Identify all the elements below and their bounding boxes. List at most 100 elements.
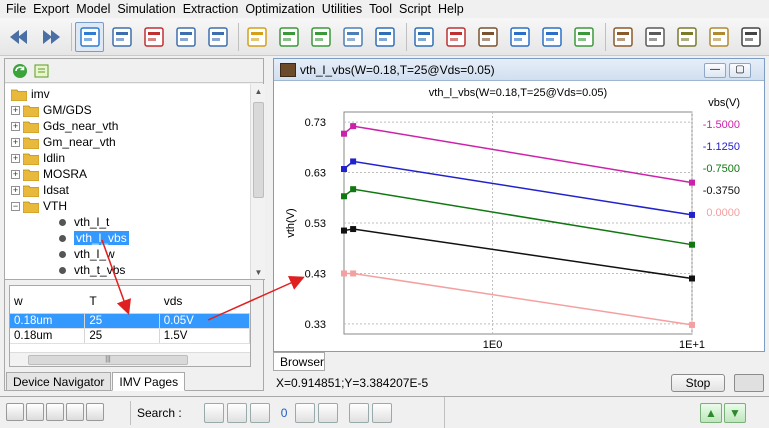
menu-tool[interactable]: Tool [369, 0, 392, 18]
expander-icon[interactable]: + [11, 105, 20, 115]
close-plot-icon[interactable] [107, 22, 136, 52]
expander-icon[interactable]: + [11, 153, 20, 163]
plot-window-titlebar[interactable]: vth_l_vbs(W=0.18,T=25@Vds=0.05) — ▢ [274, 59, 764, 81]
tree-node-idlin[interactable]: + Idlin [11, 150, 65, 166]
tree-node-vth-l-w[interactable]: vth_l_w [55, 246, 115, 262]
table-h-scroll-thumb[interactable]: ||| [28, 355, 188, 365]
tree-node-vth-l-vbs[interactable]: vth_l_vbs [55, 230, 129, 246]
menu-help[interactable]: Help [438, 0, 464, 18]
menu-extraction[interactable]: Extraction [183, 0, 239, 18]
col-header-vds[interactable]: vds [160, 294, 250, 308]
list-icon[interactable] [641, 22, 670, 52]
plot-area[interactable]: vth_l_vbs(W=0.18,T=25@Vds=0.05) 0.33 0.43 0… [274, 82, 764, 364]
delete-plot-icon[interactable] [139, 22, 168, 52]
menu-simulation[interactable]: Simulation [117, 0, 175, 18]
delete-page-icon[interactable] [46, 403, 64, 421]
tree-node-vth-t-vbs[interactable]: vth_t_vbs [55, 262, 125, 278]
folder-icon [23, 169, 39, 181]
page-settings-icon[interactable] [66, 403, 84, 421]
table-h-scrollbar[interactable]: ||| [10, 352, 250, 366]
grid-page-icon[interactable] [26, 403, 44, 421]
folder-icon [23, 201, 39, 213]
delete-list-icon[interactable] [442, 22, 471, 52]
col-header-w[interactable]: w [10, 294, 85, 308]
pin-remove-icon[interactable] [538, 22, 567, 52]
cursor-coordinates: X=0.914851;Y=3.384207E-5 [276, 376, 429, 390]
tree-node-gds-near-vth[interactable]: + Gds_near_vth [11, 118, 118, 134]
table-row[interactable]: 0.18um 25 1.5V [10, 329, 250, 344]
expand-all-icon[interactable] [33, 62, 51, 80]
wand-icon[interactable] [474, 22, 503, 52]
table-row[interactable]: 0.18um 25 0.05V [10, 314, 250, 329]
menu-optimization[interactable]: Optimization [245, 0, 314, 18]
redo-icon[interactable] [372, 403, 393, 423]
add-result-icon[interactable] [318, 403, 339, 423]
toolbar-separator [71, 22, 73, 51]
report-icon[interactable] [609, 22, 638, 52]
next-result-icon[interactable] [295, 403, 316, 423]
tab-device-navigator[interactable]: Device Navigator [6, 372, 112, 391]
y-tick-label: 0.43 [305, 268, 326, 280]
prev-result-icon[interactable] [249, 403, 270, 423]
expander-icon[interactable]: + [11, 169, 20, 179]
cell-t: 25 [85, 314, 160, 328]
new-plot-icon[interactable] [75, 21, 105, 52]
open-folder-icon[interactable] [242, 22, 271, 52]
minimize-button[interactable]: — [704, 63, 726, 78]
tree-node-imv[interactable]: imv [11, 86, 50, 102]
tree-node-mosra[interactable]: + MOSRA [11, 166, 87, 182]
tab-browser[interactable]: Browser [273, 352, 325, 371]
move-up-button[interactable]: ▲ [700, 403, 722, 423]
tree-node-vth-l-t[interactable]: vth_l_t [55, 214, 109, 230]
leaf-node-icon [59, 250, 66, 258]
tree-scroll-thumb[interactable] [253, 102, 264, 198]
expander-icon[interactable]: + [11, 185, 20, 195]
collapse-left-icon[interactable] [86, 403, 104, 421]
checklist-icon[interactable] [410, 22, 439, 52]
expander-icon[interactable]: − [11, 201, 20, 211]
pin-add-icon[interactable] [506, 22, 535, 52]
menu-model[interactable]: Model [76, 0, 110, 18]
filter-icon[interactable] [203, 403, 224, 423]
menu-script[interactable]: Script [399, 0, 431, 18]
expander-icon[interactable]: + [11, 137, 20, 147]
page-tools [6, 403, 106, 421]
undo-icon[interactable] [349, 403, 370, 423]
scroll-up-icon[interactable]: ▲ [251, 84, 265, 99]
menu-file[interactable]: File [6, 0, 26, 18]
vth-chart[interactable]: vth_l_vbs(W=0.18,T=25@Vds=0.05) 0.33 0.43 0… [274, 82, 764, 364]
tile-vertical-icon[interactable] [171, 22, 200, 52]
tree-node-gm-near-vth[interactable]: + Gm_near_vth [11, 134, 116, 150]
download-icon[interactable] [274, 22, 303, 52]
tree-node-vth[interactable]: − VTH [11, 198, 67, 214]
edit-doc-icon[interactable] [673, 22, 702, 52]
menu-export[interactable]: Export [33, 0, 69, 18]
arrow-up-right-icon[interactable] [570, 22, 599, 52]
refresh-icon[interactable] [11, 62, 29, 80]
back-double-icon[interactable] [4, 22, 33, 52]
add-page-icon[interactable] [6, 403, 24, 421]
upload-icon[interactable] [306, 22, 335, 52]
tile-horizontal-icon[interactable] [203, 22, 232, 52]
expander-icon[interactable]: + [11, 121, 20, 131]
series-point [689, 275, 695, 282]
tab-imv-pages[interactable]: IMV Pages [112, 372, 186, 391]
document-icon[interactable] [705, 22, 734, 52]
menu-utilities[interactable]: Utilities [322, 0, 362, 18]
scroll-down-icon[interactable]: ▼ [251, 265, 265, 279]
chart-icon[interactable] [371, 22, 400, 52]
series-point [350, 226, 357, 233]
leaf-node-icon [59, 266, 66, 274]
stop-button[interactable]: Stop [671, 374, 725, 392]
tree-node-gm-gds[interactable]: + GM/GDS [11, 102, 92, 118]
tree-node-idsat[interactable]: + Idsat [11, 182, 69, 198]
forward-double-icon[interactable] [36, 22, 65, 52]
col-header-t[interactable]: T [85, 294, 159, 308]
settings-gear-icon[interactable] [338, 22, 367, 52]
left-panel: ▲ ▼ imv + GM/GDS + Gds_near_vth + Gm_near_vth +… [4, 58, 265, 391]
color-filter-icon[interactable] [226, 403, 247, 423]
move-down-button[interactable]: ▼ [724, 403, 746, 423]
tree-scrollbar[interactable]: ▲ ▼ [250, 84, 265, 279]
camera-icon[interactable] [737, 22, 766, 52]
maximize-button[interactable]: ▢ [729, 63, 751, 78]
